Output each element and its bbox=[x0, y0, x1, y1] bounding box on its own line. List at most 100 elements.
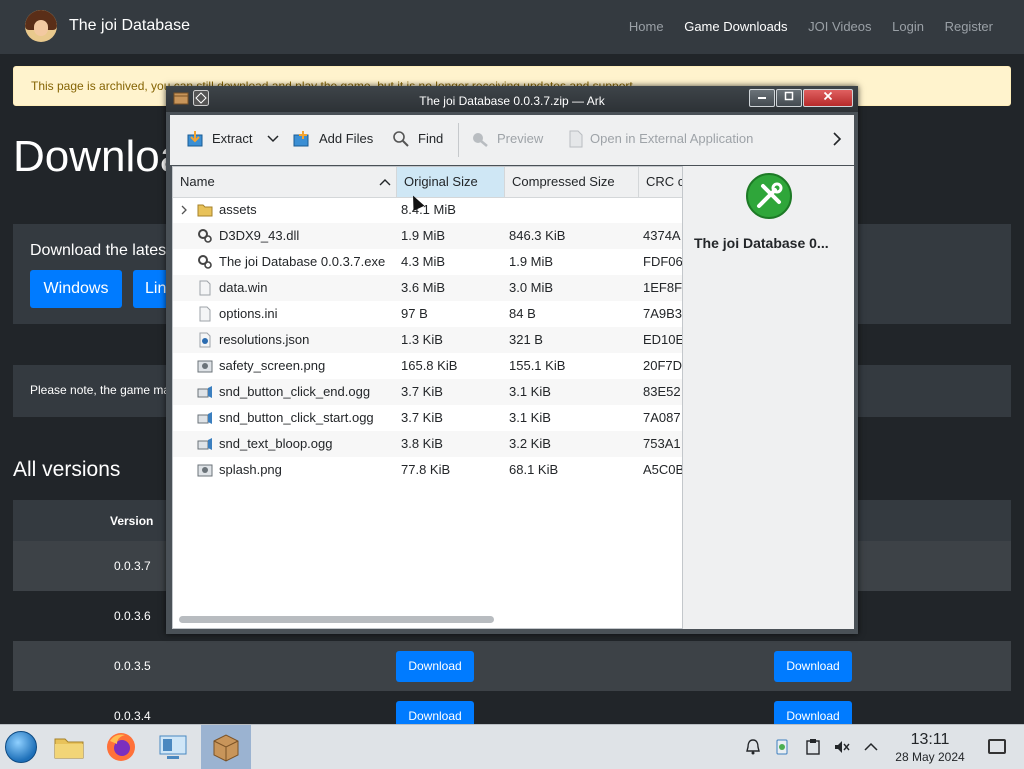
volume-muted-icon[interactable] bbox=[833, 738, 851, 756]
chevron-down-icon[interactable] bbox=[266, 132, 280, 146]
note-text: Please note, the game may bbox=[30, 383, 177, 397]
open-external-button[interactable]: Open in External Application bbox=[590, 131, 753, 146]
nav-links: Home Game Downloads JOI Videos Login Reg… bbox=[612, 19, 993, 34]
system-clock[interactable]: 13:11 28 May 2024 bbox=[892, 731, 968, 764]
file-compressed-size: 3.0 MiB bbox=[509, 280, 554, 295]
file-crc: FDF06 bbox=[643, 254, 683, 269]
list-item[interactable]: snd_button_click_start.ogg 3.7 KiB 3.1 KiB… bbox=[173, 405, 682, 431]
close-button[interactable] bbox=[803, 89, 853, 107]
file-original-size: 4.3 MiB bbox=[401, 254, 446, 269]
file-name: snd_button_click_end.ogg bbox=[219, 384, 371, 399]
file-list-header: Name Original Size Compressed Size CRC c… bbox=[173, 167, 682, 198]
nav-game-downloads[interactable]: Game Downloads bbox=[684, 19, 787, 34]
file-original-size: 97 B bbox=[401, 306, 428, 321]
file-name: resolutions.json bbox=[219, 332, 310, 347]
taskbar-system-settings[interactable] bbox=[148, 725, 198, 769]
file-compressed-size: 3.2 KiB bbox=[509, 436, 551, 451]
list-item[interactable]: assets 8.4.1 MiB bbox=[173, 197, 682, 223]
ark-window: The joi Database 0.0.3.7.zip — Ark Extra… bbox=[166, 86, 858, 634]
taskbar-file-manager[interactable] bbox=[44, 725, 94, 769]
system-settings-icon bbox=[159, 735, 187, 759]
minimize-icon bbox=[758, 97, 766, 99]
json-file-icon bbox=[199, 332, 211, 348]
file-original-size: 77.8 KiB bbox=[401, 462, 451, 477]
column-compressed-size[interactable]: Compressed Size bbox=[505, 167, 639, 197]
taskbar-ark[interactable] bbox=[201, 725, 251, 769]
list-item[interactable]: snd_text_bloop.ogg 3.8 KiB 3.2 KiB 753A1 bbox=[173, 431, 682, 457]
sort-ascending-icon[interactable] bbox=[379, 177, 391, 187]
extract-button[interactable]: Extract bbox=[212, 131, 252, 146]
firefox-icon bbox=[107, 733, 135, 761]
ark-titlebar[interactable]: The joi Database 0.0.3.7.zip — Ark bbox=[166, 86, 858, 112]
list-item[interactable]: resolutions.json 1.3 KiB 321 B ED10E bbox=[173, 327, 682, 353]
file-name: snd_button_click_start.ogg bbox=[219, 410, 374, 425]
list-item[interactable]: safety_screen.png 165.8 KiB 155.1 KiB 20F7D bbox=[173, 353, 682, 379]
ark-archive-icon bbox=[213, 734, 239, 762]
file-compressed-size: 3.1 KiB bbox=[509, 410, 551, 425]
list-item[interactable]: splash.png 77.8 KiB 68.1 KiB A5C0B bbox=[173, 457, 682, 483]
close-icon bbox=[823, 91, 833, 101]
start-menu-button[interactable] bbox=[5, 731, 37, 763]
file-crc: 7A087 bbox=[643, 410, 681, 425]
version-column-header: Version bbox=[110, 514, 154, 528]
file-compressed-size: 3.1 KiB bbox=[509, 384, 551, 399]
taskbar: 13:11 28 May 2024 bbox=[0, 724, 1024, 769]
file-crc: 753A1 bbox=[643, 436, 681, 451]
column-crc[interactable]: CRC checksum bbox=[639, 167, 682, 197]
nav-home[interactable]: Home bbox=[629, 19, 664, 34]
version-cell: 0.0.3.6 bbox=[114, 609, 151, 623]
nav-joi-videos[interactable]: JOI Videos bbox=[808, 19, 871, 34]
column-name[interactable]: Name bbox=[173, 167, 397, 197]
version-cell: 0.0.3.4 bbox=[114, 709, 151, 723]
image-file-icon bbox=[197, 360, 213, 373]
horizontal-scrollbar[interactable] bbox=[179, 616, 494, 623]
site-logo[interactable] bbox=[25, 10, 57, 42]
show-desktop-button[interactable] bbox=[988, 739, 1006, 754]
clock-time: 13:11 bbox=[910, 731, 950, 748]
audio-file-icon bbox=[197, 412, 212, 424]
audio-file-icon bbox=[197, 386, 212, 398]
latest-download-text: Download the latest bbox=[30, 242, 171, 259]
ark-toolbar: Extract Add Files Find Preview Open in E… bbox=[170, 115, 854, 165]
executable-file-icon bbox=[746, 173, 792, 219]
file-original-size: 165.8 KiB bbox=[401, 358, 458, 373]
file-compressed-size: 1.9 MiB bbox=[509, 254, 554, 269]
taskbar-firefox[interactable] bbox=[96, 725, 146, 769]
nav-login[interactable]: Login bbox=[892, 19, 924, 34]
file-compressed-size: 84 B bbox=[509, 306, 536, 321]
list-item[interactable]: options.ini 97 B 84 B 7A9B3 bbox=[173, 301, 682, 327]
file-crc: A5C0B bbox=[643, 462, 683, 477]
nav-register[interactable]: Register bbox=[945, 19, 993, 34]
column-original-size[interactable]: Original Size bbox=[397, 167, 505, 197]
file-original-size: 1.9 MiB bbox=[401, 228, 446, 243]
version-cell: 0.0.3.5 bbox=[114, 659, 151, 673]
list-item[interactable]: The joi Database 0.0.3.7.exe 4.3 MiB 1.9 M… bbox=[173, 249, 682, 275]
add-files-icon bbox=[293, 131, 309, 147]
chevron-right-icon[interactable] bbox=[828, 130, 846, 148]
clipboard-updater-icon[interactable] bbox=[773, 738, 791, 756]
list-item[interactable]: D3DX9_43.dll 1.9 MiB 846.3 KiB 4374A bbox=[173, 223, 682, 249]
preview-button[interactable]: Preview bbox=[497, 131, 543, 146]
open-external-icon bbox=[569, 130, 583, 148]
clipboard-icon[interactable] bbox=[804, 738, 822, 756]
expand-chevron-icon[interactable] bbox=[179, 205, 189, 215]
add-files-button[interactable]: Add Files bbox=[319, 131, 373, 146]
download-button[interactable]: Download bbox=[396, 651, 474, 682]
list-item[interactable]: data.win 3.6 MiB 3.0 MiB 1EF8F bbox=[173, 275, 682, 301]
maximize-button[interactable] bbox=[776, 89, 802, 107]
chevron-up-icon[interactable] bbox=[862, 738, 880, 756]
file-compressed-size: 155.1 KiB bbox=[509, 358, 566, 373]
windows-button[interactable]: Windows bbox=[30, 270, 122, 308]
archive-file-list[interactable]: Name Original Size Compressed Size CRC c… bbox=[172, 166, 683, 629]
file-original-size: 3.7 KiB bbox=[401, 410, 443, 425]
file-file-icon bbox=[199, 280, 211, 296]
file-original-size: 1.3 KiB bbox=[401, 332, 443, 347]
find-button[interactable]: Find bbox=[418, 131, 443, 146]
notifications-icon[interactable] bbox=[744, 738, 762, 756]
all-versions-heading: All versions bbox=[13, 458, 121, 481]
download-button[interactable]: Download bbox=[774, 651, 852, 682]
list-item[interactable]: snd_button_click_end.ogg 3.7 KiB 3.1 KiB 83… bbox=[173, 379, 682, 405]
minimize-button[interactable] bbox=[749, 89, 775, 107]
file-name: options.ini bbox=[219, 306, 278, 321]
site-brand[interactable]: The joi Database bbox=[69, 17, 190, 35]
